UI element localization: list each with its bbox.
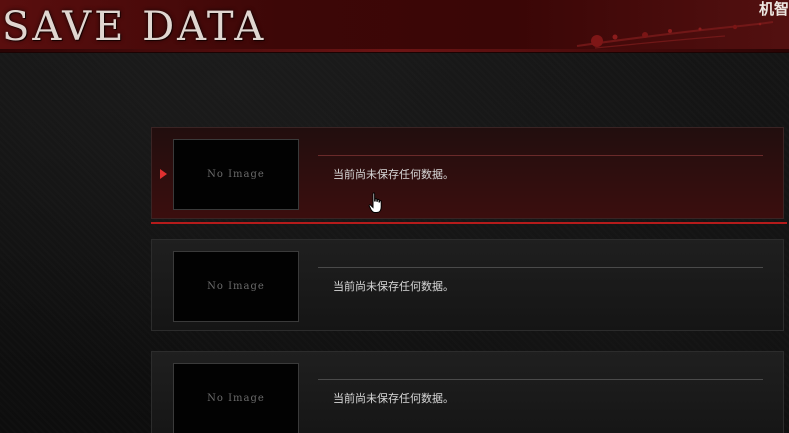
corner-label: 机智 — [758, 0, 789, 18]
selection-arrow-icon — [160, 169, 167, 179]
blood-splatter-icon — [576, 21, 774, 49]
thumbnail-label: No Image — [207, 393, 265, 404]
save-slot-2[interactable]: No Image 当前尚未保存任何数据。 — [151, 239, 784, 331]
slot-thumbnail: No Image — [173, 363, 299, 433]
save-slot-1[interactable]: No Image 当前尚未保存任何数据。 — [151, 127, 784, 219]
slot-status-text: 当前尚未保存任何数据。 — [333, 168, 454, 181]
slot-thumbnail: No Image — [173, 139, 299, 210]
slot-thumbnail: No Image — [173, 251, 299, 322]
thumbnail-label: No Image — [207, 281, 265, 292]
selection-underline — [151, 222, 787, 224]
thumbnail-label: No Image — [207, 169, 265, 180]
slot-divider — [318, 155, 763, 156]
slot-status-text: 当前尚未保存任何数据。 — [333, 392, 454, 405]
hand-cursor-icon — [368, 192, 382, 213]
save-data-screen: SAVE DATA 机智 No Image 当前尚未保存任何数据。 No Ima… — [0, 0, 789, 433]
slot-divider — [318, 267, 763, 268]
slot-divider — [318, 379, 763, 380]
save-slot-3[interactable]: No Image 当前尚未保存任何数据。 — [151, 351, 784, 433]
page-title-text: SAVE DATA — [2, 4, 267, 50]
page-title: SAVE DATA — [2, 3, 266, 51]
header-bar: SAVE DATA 机智 — [0, 0, 789, 53]
slot-status-text: 当前尚未保存任何数据。 — [333, 280, 454, 293]
